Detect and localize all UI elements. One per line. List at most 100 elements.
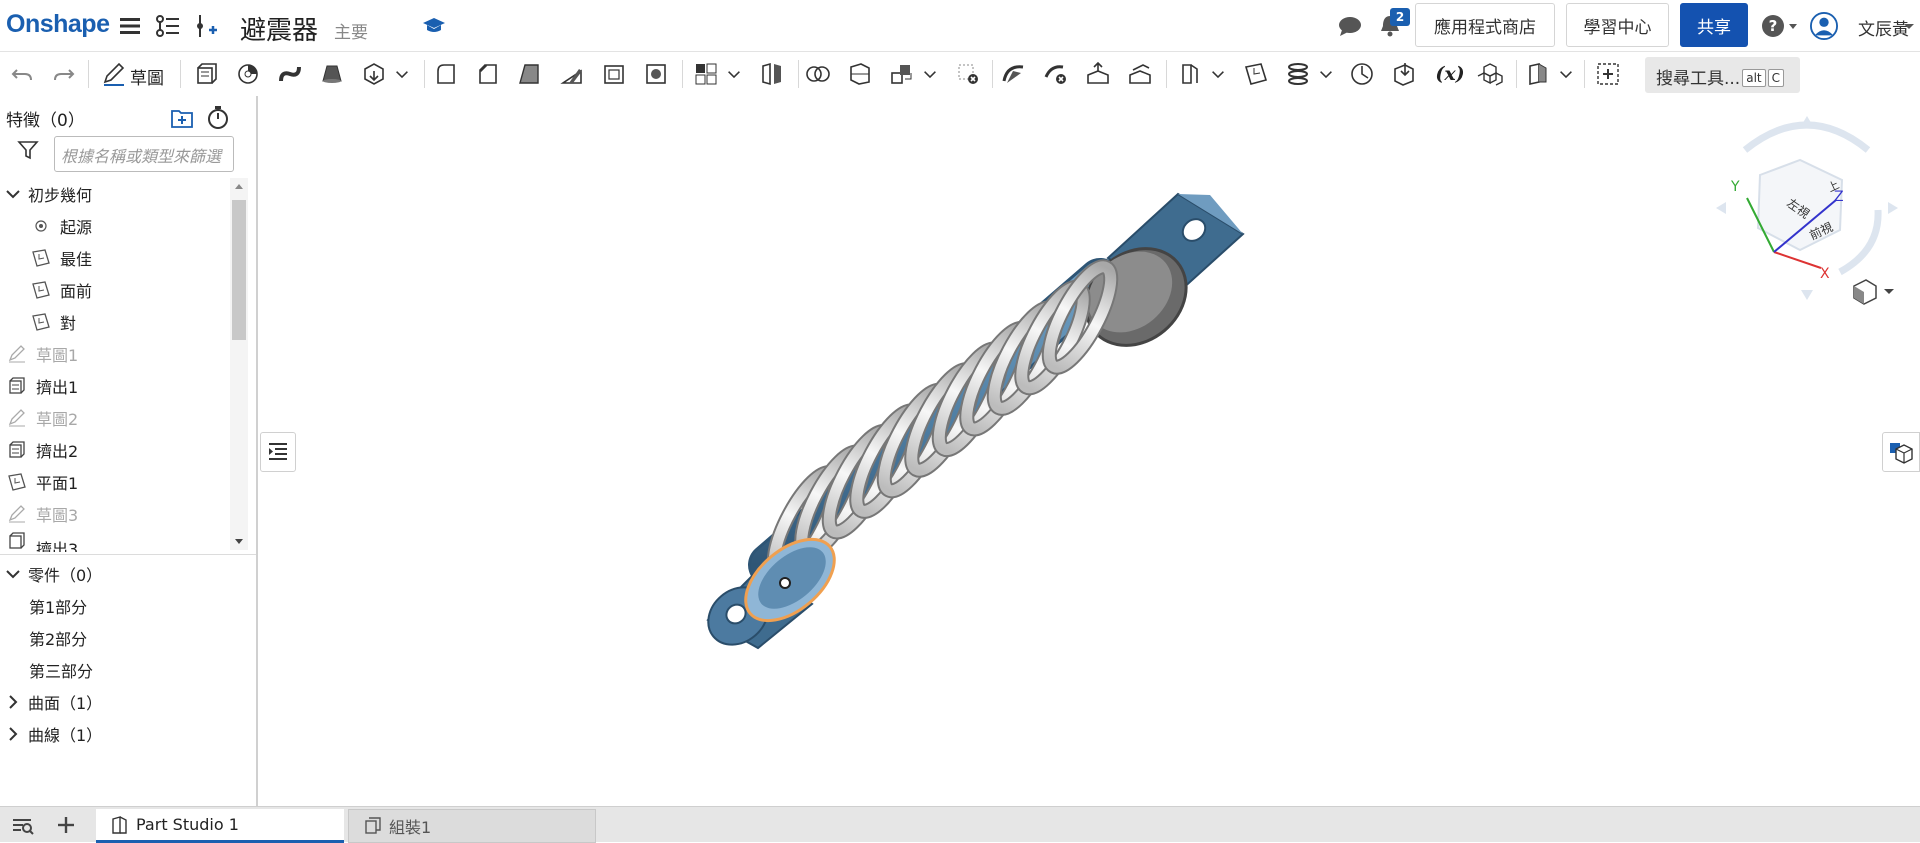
default-geometry-group[interactable]: 初步幾何 [6,178,234,210]
feature-row[interactable]: 擠出3 [6,530,234,552]
help-menu-icon[interactable]: ? [1758,12,1802,40]
parts-group[interactable]: 零件（0） [6,558,234,590]
3d-viewport[interactable]: 左視 前視 上 X Y Z [258,96,1920,806]
chamfer-icon[interactable] [472,58,504,90]
feature-row[interactable]: 擠出2 [6,434,234,466]
dropdown-chevron-icon[interactable] [1316,58,1336,90]
dropdown-chevron-icon[interactable] [724,58,744,90]
custom-features-icon[interactable] [1474,58,1506,90]
dropdown-chevron-icon[interactable] [1208,58,1228,90]
thicken-icon[interactable] [358,58,390,90]
chevron-down-icon[interactable] [6,563,20,585]
replace-face-icon[interactable] [1124,58,1156,90]
dropdown-chevron-icon[interactable] [1556,58,1576,90]
chevron-right-icon[interactable] [6,691,20,713]
feature-label: 平面1 [36,474,79,493]
shock-absorber-model[interactable] [697,192,1245,656]
filter-input[interactable]: 根據名稱或類型來篩選 [54,136,234,172]
rib-icon[interactable] [556,58,588,90]
loft-icon[interactable] [316,58,348,90]
move-face-icon[interactable] [1082,58,1114,90]
part-item[interactable]: 第三部分 [29,654,257,686]
delete-face-icon[interactable] [1040,58,1072,90]
dropdown-chevron-icon[interactable] [392,58,412,90]
part-item[interactable]: 第1部分 [29,590,257,622]
hole-icon[interactable] [640,58,672,90]
user-menu-chevron-icon[interactable] [1900,12,1918,40]
toolbar-divider [180,60,181,88]
feature-row[interactable]: 起源 [30,210,258,242]
dropdown-chevron-icon[interactable] [920,58,940,90]
feature-row[interactable]: 面前 [30,274,258,306]
document-title[interactable]: 避震器 [240,10,318,47]
sweep-icon[interactable] [274,58,306,90]
chevron-right-icon[interactable] [6,723,20,745]
feature-row[interactable]: 最佳 [30,242,258,274]
tab-assembly-1[interactable]: 組裝1 [348,809,596,843]
curves-group[interactable]: 曲線（1） [6,718,234,750]
filter-funnel-icon[interactable] [14,136,42,164]
measure-icon[interactable] [1346,58,1378,90]
add-custom-feature-icon[interactable] [1592,58,1624,90]
appearance-panel-toggle-icon[interactable] [1882,432,1920,472]
variable-button[interactable]: (x) [1432,58,1468,90]
plane-icon[interactable] [1240,58,1272,90]
feature-row[interactable]: 草圖3 [6,498,234,530]
rollback-timer-icon[interactable] [204,104,232,132]
axis-z-label: Z [1834,189,1844,205]
insert-feature-icon[interactable] [192,12,220,40]
user-avatar-icon[interactable] [1810,12,1838,40]
share-button[interactable]: 共享 [1680,3,1748,47]
feature-row[interactable]: 草圖2 [6,402,234,434]
chevron-down-icon[interactable] [6,183,20,205]
transform-icon[interactable] [886,58,918,90]
linear-pattern-icon[interactable] [690,58,722,90]
helix-icon[interactable] [1282,58,1314,90]
feature-row[interactable]: 擠出1 [6,370,234,402]
comments-icon[interactable] [1336,12,1364,40]
version-graph-icon[interactable] [154,12,182,40]
sketch-button-label[interactable]: 草圖 [130,64,164,89]
boolean-icon[interactable] [802,58,834,90]
modify-fillet-icon[interactable] [998,58,1030,90]
part-item[interactable]: 第2部分 [29,622,257,654]
scroll-up-arrow-icon[interactable] [231,178,247,194]
add-tab-plus-icon[interactable] [52,811,80,839]
coil-spring[interactable] [763,259,1122,581]
draft-icon[interactable] [514,58,546,90]
revolve-icon[interactable] [232,58,264,90]
extrude-icon[interactable] [190,58,222,90]
surfaces-label: 曲面（1） [28,694,103,713]
panel-divider [0,554,256,555]
redo-icon[interactable] [48,58,80,90]
undo-icon[interactable] [6,58,38,90]
split-icon[interactable] [844,58,876,90]
app-store-button[interactable]: 應用程式商店 [1415,3,1555,47]
import-icon[interactable] [1388,58,1420,90]
scroll-down-arrow-icon[interactable] [231,534,247,550]
hamburger-menu-icon[interactable] [116,12,144,40]
feature-row[interactable]: 對 [30,306,258,338]
sheet-metal-icon[interactable] [1174,58,1206,90]
render-studio-icon[interactable] [1522,58,1554,90]
learning-cap-icon[interactable] [420,12,448,40]
shell-icon[interactable] [598,58,630,90]
svg-text:?: ? [1769,17,1778,35]
view-cube[interactable]: 左視 前視 上 X Y Z [1716,116,1898,300]
fillet-icon[interactable] [430,58,462,90]
view-options-cube-icon[interactable] [1853,279,1894,305]
add-folder-icon[interactable] [168,104,196,132]
scrollbar-thumb[interactable] [232,200,246,340]
branch-label[interactable]: 主要 [334,18,368,43]
mirror-icon[interactable] [756,58,788,90]
tab-manager-icon[interactable] [8,811,36,839]
tab-part-studio-1[interactable]: Part Studio 1 [96,809,344,843]
surfaces-group[interactable]: 曲面（1） [6,686,234,718]
feature-row[interactable]: 平面1 [6,466,234,498]
sketch-pencil-icon[interactable] [98,58,130,90]
feature-row[interactable]: 草圖1 [6,338,234,370]
search-tools-button[interactable]: 搜尋工具... alt C [1645,57,1800,93]
onshape-logo[interactable]: Onshape [6,10,110,39]
delete-part-icon[interactable] [952,58,984,90]
learning-center-button[interactable]: 學習中心 [1566,3,1669,47]
